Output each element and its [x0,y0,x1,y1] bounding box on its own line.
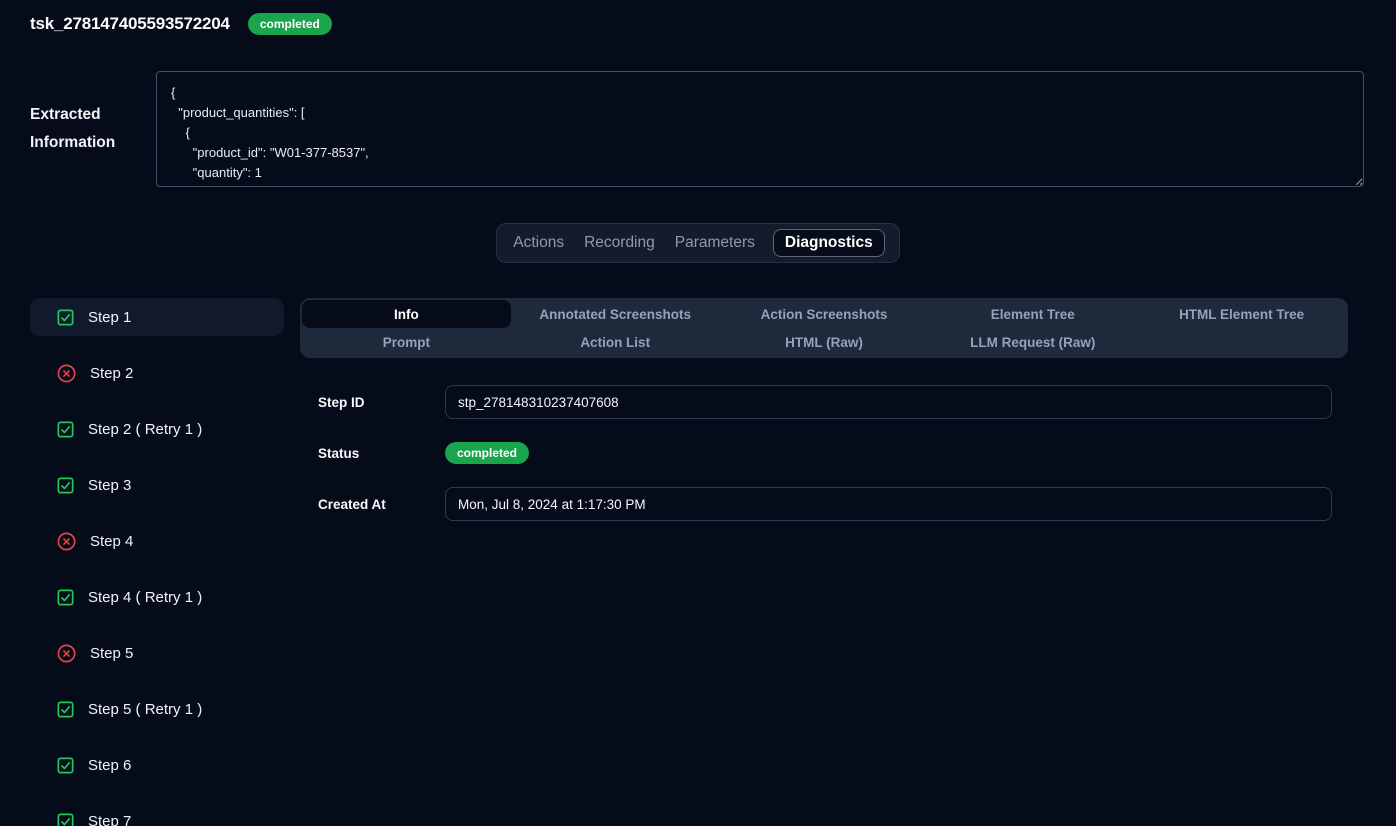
diagnostics-panel: InfoAnnotated ScreenshotsAction Screensh… [300,298,1348,543]
subtab-action-list[interactable]: Action List [511,328,720,356]
step-id-row: Step ID [318,385,1348,419]
extracted-information-label: Extracted Information [30,101,134,157]
check-square-icon [56,812,75,826]
step-item-step-4-retry-1[interactable]: Step 4 ( Retry 1 ) [30,578,284,616]
step-item-label: Step 2 [90,365,133,382]
step-item-step-1[interactable]: Step 1 [30,298,284,336]
step-item-step-5-retry-1[interactable]: Step 5 ( Retry 1 ) [30,690,284,728]
tab-recording[interactable]: Recording [582,230,657,256]
info-fields: Step ID Status completed Created At [300,385,1348,521]
step-item-label: Step 4 ( Retry 1 ) [88,589,202,606]
check-square-icon [56,588,75,607]
header: tsk_278147405593572204 completed [0,0,1396,35]
step-item-label: Step 4 [90,533,133,550]
x-circle-icon [56,531,77,552]
status-row: Status completed [318,441,1348,465]
subtab-action-screenshots[interactable]: Action Screenshots [720,300,929,328]
subtab-info[interactable]: Info [302,300,511,328]
tab-diagnostics[interactable]: Diagnostics [773,229,885,257]
subtab-element-tree[interactable]: Element Tree [928,300,1137,328]
diagnostics-tab-bar: InfoAnnotated ScreenshotsAction Screensh… [300,298,1348,358]
step-item-label: Step 5 [90,645,133,662]
check-square-icon [56,476,75,495]
step-item-label: Step 7 [88,813,131,826]
x-circle-icon [56,363,77,384]
step-item-step-7[interactable]: Step 7 [30,802,284,826]
step-item-label: Step 6 [88,757,131,774]
step-item-step-3[interactable]: Step 3 [30,466,284,504]
main-tab-bar: Actions Recording Parameters Diagnostics [496,223,899,263]
check-square-icon [56,308,75,327]
subtab-html-element-tree[interactable]: HTML Element Tree [1137,300,1346,328]
check-square-icon [56,420,75,439]
subtab-html-raw[interactable]: HTML (Raw) [720,328,929,356]
check-square-icon [56,756,75,775]
step-item-label: Step 2 ( Retry 1 ) [88,421,202,438]
step-item-step-6[interactable]: Step 6 [30,746,284,784]
content: Step 1 Step 2 Step 2 ( Retry 1 ) Step 3 Step… [30,298,1348,826]
created-at-label: Created At [318,497,445,512]
status-label: Status [318,446,445,461]
step-item-step-2-retry-1[interactable]: Step 2 ( Retry 1 ) [30,410,284,448]
step-item-label: Step 5 ( Retry 1 ) [88,701,202,718]
extracted-information-textarea[interactable]: { "product_quantities": [ { "product_id"… [156,71,1364,187]
steps-sidebar: Step 1 Step 2 Step 2 ( Retry 1 ) Step 3 Step… [30,298,284,826]
subtab-annotated-screenshots[interactable]: Annotated Screenshots [511,300,720,328]
page-title: tsk_278147405593572204 [30,14,230,34]
x-circle-icon [56,643,77,664]
created-at-row: Created At [318,487,1348,521]
step-item-step-4[interactable]: Step 4 [30,522,284,560]
step-item-step-2[interactable]: Step 2 [30,354,284,392]
step-item-label: Step 3 [88,477,131,494]
tab-parameters[interactable]: Parameters [673,230,757,256]
subtab-prompt[interactable]: Prompt [302,328,511,356]
check-square-icon [56,700,75,719]
step-item-step-5[interactable]: Step 5 [30,634,284,672]
extracted-information-section: Extracted Information { "product_quantit… [30,71,1364,187]
step-id-input[interactable] [445,385,1332,419]
step-status-badge: completed [445,442,529,464]
task-status-badge: completed [248,13,332,35]
subtab-llm-request-raw[interactable]: LLM Request (Raw) [928,328,1137,356]
step-item-label: Step 1 [88,309,131,326]
created-at-input[interactable] [445,487,1332,521]
step-id-label: Step ID [318,395,445,410]
tab-actions[interactable]: Actions [511,230,566,256]
